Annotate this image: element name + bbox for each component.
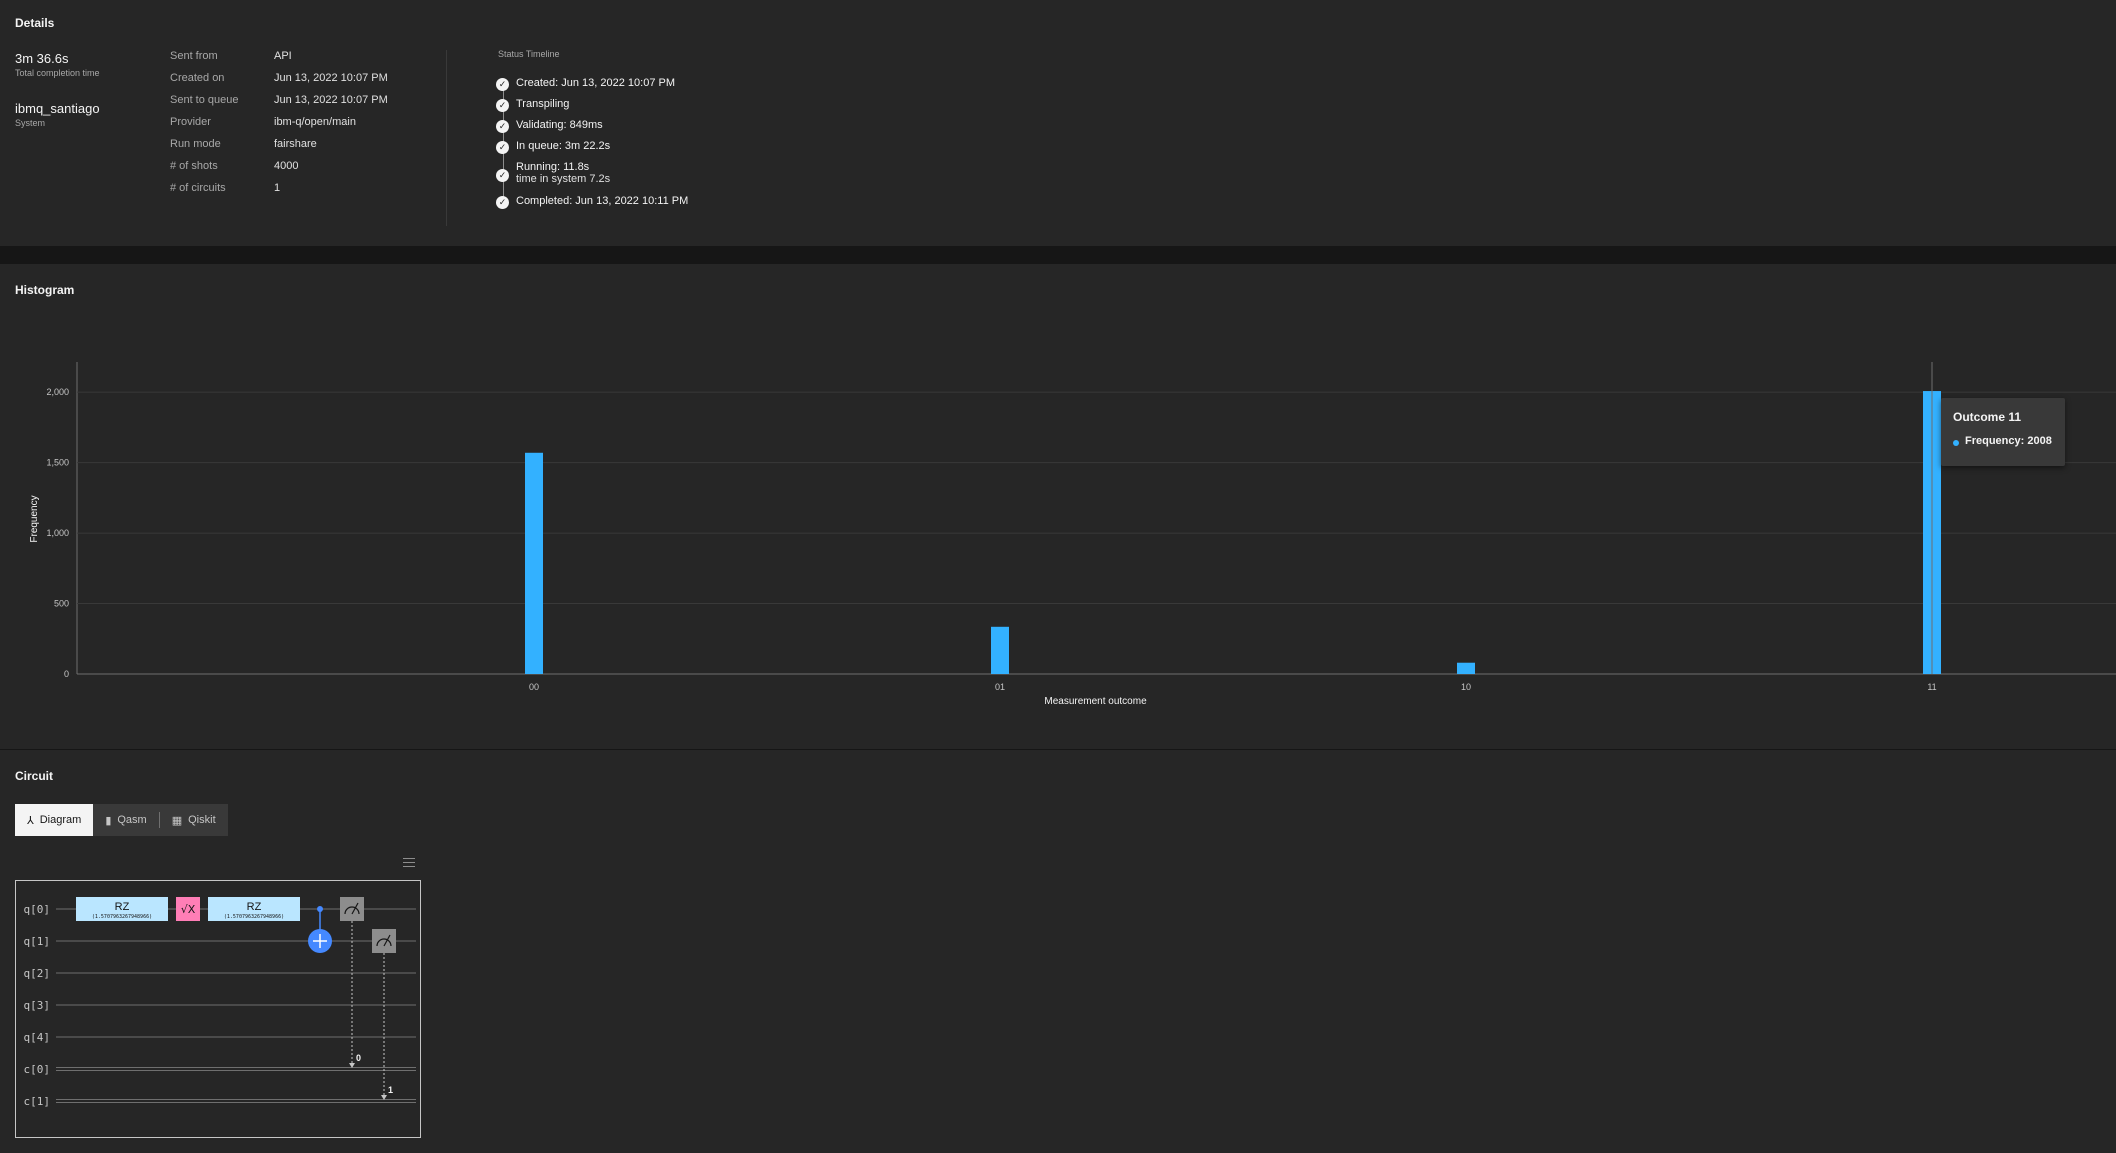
tooltip-swatch — [1953, 440, 1959, 446]
system-label: System — [15, 118, 46, 128]
rz-gate-param: (1.5707963267948966) — [92, 914, 152, 920]
histogram-bar — [1457, 662, 1475, 674]
timeline-text: Completed: Jun 13, 2022 10:11 PM — [516, 195, 689, 207]
histogram-bar — [525, 452, 543, 674]
checkmark-icon: ✓ — [496, 169, 509, 182]
histogram-section: Histogram 0 500 1,000 1,500 2,000 00 01 10 11 Mea… — [0, 264, 2116, 748]
y-tick-label: 1,500 — [46, 458, 69, 468]
timeline-text: Running: 11.8s — [516, 161, 590, 173]
field-value: Jun 13, 2022 10:07 PM — [274, 72, 388, 84]
sx-gate-label: √X — [181, 903, 196, 916]
checkmark-icon: ✓ — [496, 99, 509, 112]
circuit-tabs: ⅄ Diagram ▮ Qasm ▦ Qiskit — [15, 804, 228, 836]
overflow-menu-icon[interactable] — [403, 858, 415, 870]
y-tick-label: 500 — [54, 599, 69, 609]
completion-label: Total completion time — [15, 68, 100, 78]
cx-control — [317, 906, 323, 912]
tab-diagram[interactable]: ⅄ Diagram — [15, 804, 94, 836]
rz-gate-label: RZ — [247, 901, 262, 913]
tooltip-text: Frequency: 2008 — [1965, 435, 2052, 447]
details-title: Details — [15, 16, 55, 30]
system-name: ibmq_santiago — [15, 101, 100, 116]
timeline-title: Status Timeline — [498, 49, 560, 59]
circuit-diagram: q[0] q[1] q[2] q[3] q[4] c[0] c[1] RZ (1.5707963… — [15, 880, 421, 1138]
circuit-svg: q[0]q[1]q[2]q[3]q[4]c[0]c[1]RZ(1.5707963… — [24, 897, 416, 1108]
table-icon: ▦ — [171, 814, 183, 827]
y-tick-label: 0 — [64, 669, 69, 679]
classical-bit-label: 0 — [356, 1053, 361, 1063]
checkmark-icon: ✓ — [496, 120, 509, 133]
histogram-bar — [991, 626, 1009, 674]
x-tick-label: 01 — [995, 682, 1005, 692]
measure-gate — [372, 929, 396, 953]
completion-time: 3m 36.6s — [15, 51, 69, 66]
field-value: Jun 13, 2022 10:07 PM — [274, 94, 388, 106]
checkmark-icon: ✓ — [496, 78, 509, 91]
wire-label: q[3] — [24, 999, 51, 1012]
field-value: 4000 — [274, 160, 299, 172]
tab-qasm[interactable]: ▮ Qasm — [93, 804, 158, 836]
tooltip-title: Outcome 11 — [1953, 410, 2022, 424]
field-value: API — [274, 50, 292, 62]
y-tick-label: 2,000 — [46, 387, 69, 397]
field-key: Provider — [170, 116, 211, 128]
wire-label: q[0] — [24, 903, 51, 916]
x-tick-label: 10 — [1461, 682, 1471, 692]
y-tick-label: 1,000 — [46, 528, 69, 538]
field-key: # of circuits — [170, 182, 226, 194]
timeline-text: In queue: 3m 22.2s — [516, 140, 611, 152]
field-key: Sent to queue — [170, 94, 239, 106]
timeline-text: Transpiling — [516, 98, 570, 110]
field-value: ibm-q/open/main — [274, 116, 356, 128]
details-divider — [446, 50, 447, 226]
field-key: Created on — [170, 72, 225, 84]
field-key: Sent from — [170, 50, 218, 62]
x-axis-label: Measurement outcome — [1044, 696, 1147, 707]
classical-bit-label: 1 — [388, 1085, 393, 1095]
section-divider — [0, 246, 2116, 264]
section-divider — [0, 749, 2116, 750]
measure-gate — [340, 897, 364, 921]
wire-label: c[1] — [24, 1095, 51, 1108]
wire-label: c[0] — [24, 1063, 51, 1076]
diagram-icon: ⅄ — [27, 814, 34, 827]
rz-gate-label: RZ — [115, 901, 130, 913]
timeline-text: Created: Jun 13, 2022 10:07 PM — [516, 77, 675, 89]
field-value: fairshare — [274, 138, 317, 150]
tab-label: Qiskit — [188, 814, 216, 826]
chart-tooltip: Outcome 11 Frequency: 2008 — [1941, 398, 2065, 466]
y-axis-label: Frequency — [29, 495, 40, 542]
field-value: 1 — [274, 182, 281, 194]
field-key: # of shots — [170, 160, 218, 172]
rz-gate-param: (1.5707963267948966) — [224, 914, 284, 920]
checkmark-icon: ✓ — [496, 196, 509, 209]
x-tick-label: 11 — [1927, 682, 1936, 692]
details-section: Details 3m 36.6s Total completion time i… — [0, 0, 2116, 246]
checkmark-icon: ✓ — [496, 141, 509, 154]
wire-label: q[4] — [24, 1031, 51, 1044]
histogram-chart: 0 500 1,000 1,500 2,000 00 01 10 11 Measurement o… — [29, 362, 2116, 707]
wire-label: q[2] — [24, 967, 51, 980]
chart-icon: ▮ — [105, 814, 112, 827]
tab-label: Qasm — [117, 814, 147, 826]
timeline-subtext: time in system 7.2s — [516, 173, 611, 185]
timeline-text: Validating: 849ms — [516, 119, 603, 131]
wire-label: q[1] — [24, 935, 51, 948]
x-tick-label: 00 — [529, 682, 539, 692]
circuit-title: Circuit — [15, 769, 54, 783]
tab-qiskit[interactable]: ▦ Qiskit — [160, 804, 228, 836]
tab-label: Diagram — [39, 814, 82, 826]
field-key: Run mode — [170, 138, 221, 150]
